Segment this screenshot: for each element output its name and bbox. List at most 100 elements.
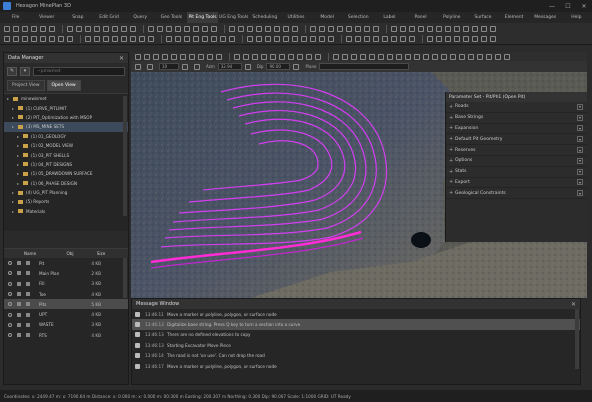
menu-help[interactable]: Help [561, 15, 592, 20]
ribbon-tool-icon[interactable] [67, 36, 73, 42]
ribbon-tool-icon[interactable] [328, 36, 334, 42]
column-name[interactable]: Name [4, 251, 56, 256]
lock-icon[interactable] [26, 302, 30, 307]
ribbon-tool-icon[interactable] [13, 36, 19, 42]
viewport-tool-icon[interactable] [504, 53, 510, 60]
ribbon-tool-icon[interactable] [4, 36, 10, 42]
rotate-icon[interactable] [147, 63, 153, 70]
ribbon-tool-icon[interactable] [112, 25, 118, 32]
tree-item[interactable]: ▸ (1) 03_PIT SHELLS [4, 150, 128, 159]
ribbon-tool-icon[interactable] [346, 36, 352, 42]
azimuth-field[interactable]: 32.94 [217, 63, 242, 70]
ribbon-tool-icon[interactable] [166, 25, 172, 32]
ribbon-tool-icon[interactable] [229, 25, 235, 32]
viewport-tool-icon[interactable] [450, 53, 456, 60]
ribbon-tool-icon[interactable] [40, 36, 46, 42]
parameter-section[interactable]: + Base Strings ▾ [446, 113, 587, 124]
viewport-tool-icon[interactable] [153, 53, 159, 60]
layer-scrollbar[interactable] [123, 258, 127, 298]
pin-icon[interactable]: ✎ [7, 66, 17, 76]
viewport-tool-icon[interactable] [360, 53, 366, 60]
message-row[interactable]: 13:46:17 Move a marker or polyline, polyg… [132, 361, 580, 371]
chevron-down-icon[interactable]: ▾ [577, 179, 583, 186]
menu-viewer[interactable]: Viewer [31, 15, 62, 20]
chevron-down-icon[interactable]: ▾ [577, 157, 583, 164]
menu-selection[interactable]: Selection [343, 15, 374, 20]
ribbon-tool-icon[interactable] [184, 25, 190, 32]
azimuth-spin-icon[interactable] [244, 63, 251, 70]
viewport-tool-icon[interactable] [234, 53, 240, 60]
viewport-tool-icon[interactable] [369, 53, 375, 60]
ribbon-tool-icon[interactable] [31, 36, 37, 42]
viewport-tool-icon[interactable] [423, 53, 429, 60]
message-scrollbar[interactable] [575, 309, 579, 369]
parameter-section[interactable]: + Export ▾ [446, 178, 587, 189]
visibility-icon[interactable] [8, 292, 12, 297]
parameter-section[interactable]: + Expansion ▾ [446, 124, 587, 135]
menu-geo-tools[interactable]: Geo Tools [156, 15, 187, 20]
ribbon-tool-icon[interactable] [364, 25, 370, 32]
viewport-tool-icon[interactable] [468, 53, 474, 60]
viewport-tool-icon[interactable] [144, 53, 150, 60]
lock-icon[interactable] [26, 312, 30, 317]
ribbon-tool-icon[interactable] [157, 25, 163, 32]
ribbon-tool-icon[interactable] [337, 25, 343, 32]
ribbon-tool-icon[interactable] [436, 36, 442, 42]
viewport-tool-icon[interactable] [162, 53, 168, 60]
view-mode-icon[interactable] [135, 63, 141, 70]
ribbon-tool-icon[interactable] [247, 25, 253, 32]
tree-item[interactable]: ▸ (5) Reports [4, 197, 128, 206]
ribbon-tool-icon[interactable] [355, 36, 361, 42]
viewport-tool-icon[interactable] [189, 53, 195, 60]
ribbon-tool-icon[interactable] [400, 36, 406, 42]
ribbon-tool-icon[interactable] [400, 25, 406, 32]
viewport-tool-icon[interactable] [405, 53, 411, 60]
tree-item[interactable]: ▸ (1) 01_GEOLOGY [4, 132, 128, 141]
ribbon-tool-icon[interactable] [148, 25, 154, 32]
ribbon-tool-icon[interactable] [85, 25, 91, 32]
menu-panel[interactable]: Panel [405, 15, 436, 20]
ribbon-tool-icon[interactable] [319, 36, 325, 42]
ribbon-tool-icon[interactable] [301, 36, 307, 42]
chevron-down-icon[interactable]: ▾ [577, 125, 583, 132]
ribbon-tool-icon[interactable] [13, 25, 19, 32]
visibility-icon[interactable] [8, 281, 12, 286]
ribbon-tool-icon[interactable] [328, 25, 334, 32]
ribbon-tool-icon[interactable] [256, 36, 262, 42]
tab-open-view[interactable]: Open View [46, 80, 81, 91]
viewport-tool-icon[interactable] [261, 53, 267, 60]
ribbon-tool-icon[interactable] [247, 36, 253, 42]
chevron-down-icon[interactable]: ▾ [577, 114, 583, 121]
ribbon-tool-icon[interactable] [175, 25, 181, 32]
plane-dropdown[interactable] [319, 63, 410, 70]
viewport-tool-icon[interactable] [432, 53, 438, 60]
tab-project-view[interactable]: Project View [7, 80, 45, 91]
ribbon-tool-icon[interactable] [481, 36, 487, 42]
lock-icon[interactable] [26, 292, 30, 297]
menu-messages[interactable]: Messages [530, 15, 561, 20]
visibility-icon[interactable] [8, 312, 12, 317]
viewport-tool-icon[interactable] [171, 53, 177, 60]
menu-scheduling[interactable]: Scheduling [249, 15, 280, 20]
ribbon-tool-icon[interactable] [427, 36, 433, 42]
ribbon-tool-icon[interactable] [472, 36, 478, 42]
ribbon-tool-icon[interactable] [391, 36, 397, 42]
pan-icon[interactable] [182, 63, 188, 70]
chevron-down-icon[interactable]: ▾ [577, 136, 583, 143]
lock-icon[interactable] [26, 261, 30, 266]
ribbon-tool-icon[interactable] [148, 36, 154, 42]
ribbon-tool-icon[interactable] [175, 36, 181, 42]
viewport-tool-icon[interactable] [135, 53, 141, 60]
ribbon-tool-icon[interactable] [4, 25, 10, 32]
visibility-icon[interactable] [8, 271, 12, 276]
chevron-down-icon[interactable]: ▾ [577, 190, 583, 197]
visibility-icon[interactable] [8, 333, 12, 338]
ribbon-tool-icon[interactable] [373, 25, 379, 32]
viewport-tool-icon[interactable] [342, 53, 348, 60]
ribbon-tool-icon[interactable] [409, 36, 415, 42]
ribbon-tool-icon[interactable] [193, 25, 199, 32]
data-manager-search-input[interactable] [33, 66, 125, 76]
ribbon-tool-icon[interactable] [238, 25, 244, 32]
tree-item[interactable]: ▸ (4) UG_PIT Planning [4, 188, 128, 197]
ribbon-tool-icon[interactable] [481, 25, 487, 32]
